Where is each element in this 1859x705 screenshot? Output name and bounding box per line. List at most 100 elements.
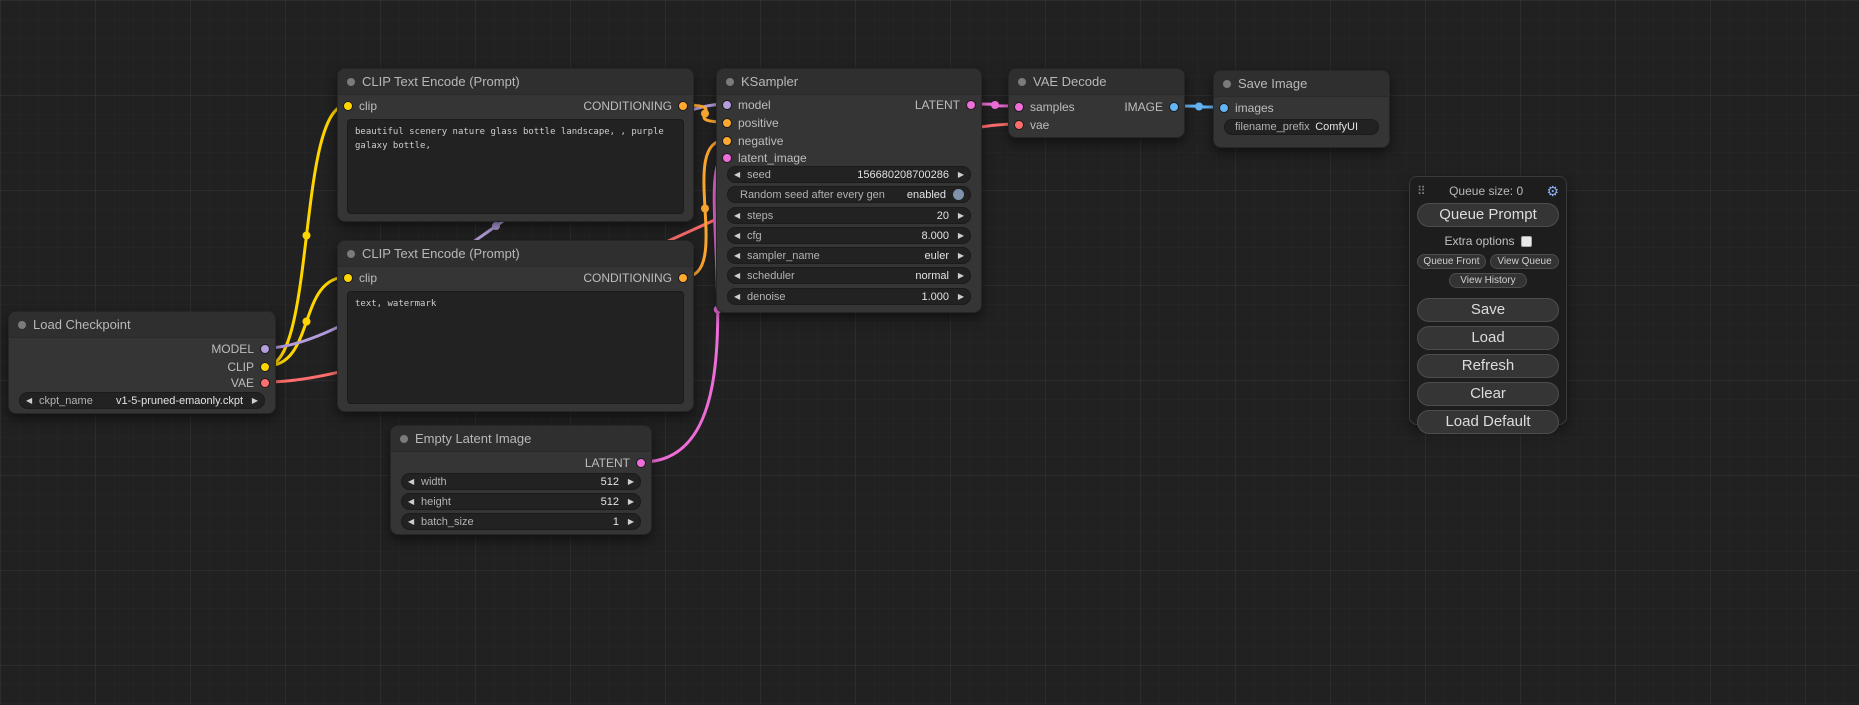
save-button[interactable]: Save <box>1417 298 1559 322</box>
cfg-widget[interactable]: ◀ cfg 8.000 ▶ <box>727 227 971 244</box>
refresh-button[interactable]: Refresh <box>1417 354 1559 378</box>
image-output-dot[interactable] <box>1169 102 1179 112</box>
node-canvas[interactable]: Load Checkpoint MODEL CLIP VAE ◀ ckpt_na… <box>0 0 1859 705</box>
load-button[interactable]: Load <box>1417 326 1559 350</box>
node-title-bar[interactable]: VAE Decode <box>1009 69 1184 95</box>
port-label: vae <box>1030 118 1049 132</box>
conditioning-output-dot[interactable] <box>678 101 688 111</box>
collapse-dot-icon[interactable] <box>726 78 734 86</box>
port-label: VAE <box>231 376 254 390</box>
extra-options-checkbox[interactable] <box>1521 236 1532 247</box>
clear-button[interactable]: Clear <box>1417 382 1559 406</box>
widget-value: 1 <box>613 516 619 528</box>
port-label: negative <box>738 134 783 148</box>
random-seed-toggle[interactable] <box>953 189 964 200</box>
load-default-button[interactable]: Load Default <box>1417 410 1559 434</box>
arrow-left-icon[interactable]: ◀ <box>408 477 418 486</box>
node-load-checkpoint[interactable]: Load Checkpoint MODEL CLIP VAE ◀ ckpt_na… <box>8 311 276 414</box>
conditioning-output-dot[interactable] <box>678 273 688 283</box>
scheduler-widget[interactable]: ◀ scheduler normal ▶ <box>727 267 971 284</box>
arrow-left-icon[interactable]: ◀ <box>734 271 744 280</box>
model-output-dot[interactable] <box>260 344 270 354</box>
clip-output-dot[interactable] <box>260 362 270 372</box>
node-title-bar[interactable]: KSampler <box>717 69 981 95</box>
arrow-left-icon[interactable]: ◀ <box>734 211 744 220</box>
view-queue-button[interactable]: View Queue <box>1490 254 1559 269</box>
port-label: IMAGE <box>1124 100 1163 114</box>
settings-gear-icon[interactable]: ⚙ <box>1546 184 1559 198</box>
vae-output-dot[interactable] <box>260 378 270 388</box>
arrow-left-icon[interactable]: ◀ <box>408 517 418 526</box>
node-title-bar[interactable]: Load Checkpoint <box>9 312 275 338</box>
arrow-right-icon[interactable]: ▶ <box>624 497 634 506</box>
node-vae-decode[interactable]: VAE Decode samples vae IMAGE <box>1008 68 1185 138</box>
random-seed-widget[interactable]: Random seed after every gen enabled <box>727 186 971 203</box>
collapse-dot-icon[interactable] <box>1223 80 1231 88</box>
collapse-dot-icon[interactable] <box>1018 78 1026 86</box>
widget-value: 512 <box>601 496 619 508</box>
filename-prefix-widget[interactable]: filename_prefix ComfyUI <box>1224 119 1379 135</box>
arrow-left-icon[interactable]: ◀ <box>734 231 744 240</box>
drag-handle-icon[interactable]: ⠿ <box>1417 184 1426 198</box>
node-ksampler[interactable]: KSampler model positive negative latent_… <box>716 68 982 313</box>
sampler-name-widget[interactable]: ◀ sampler_name euler ▶ <box>727 247 971 264</box>
arrow-right-icon[interactable]: ▶ <box>624 477 634 486</box>
model-input-dot[interactable] <box>722 100 732 110</box>
images-input-dot[interactable] <box>1219 103 1229 113</box>
node-clip-text-encode-negative[interactable]: CLIP Text Encode (Prompt) clip CONDITION… <box>337 240 694 412</box>
negative-prompt-textarea[interactable]: text, watermark <box>347 291 684 404</box>
clip-input-dot[interactable] <box>343 273 353 283</box>
port-label: LATENT <box>585 456 630 470</box>
positive-input-dot[interactable] <box>722 118 732 128</box>
view-history-button[interactable]: View History <box>1449 273 1526 288</box>
collapse-dot-icon[interactable] <box>400 435 408 443</box>
input-port-images: images <box>1219 101 1274 115</box>
clip-input-dot[interactable] <box>343 101 353 111</box>
denoise-widget[interactable]: ◀ denoise 1.000 ▶ <box>727 288 971 305</box>
node-save-image[interactable]: Save Image images filename_prefix ComfyU… <box>1213 70 1390 148</box>
arrow-right-icon[interactable]: ▶ <box>954 211 964 220</box>
node-title-bar[interactable]: CLIP Text Encode (Prompt) <box>338 241 693 267</box>
collapse-dot-icon[interactable] <box>347 250 355 258</box>
seed-widget[interactable]: ◀ seed 156680208700286 ▶ <box>727 166 971 183</box>
collapse-dot-icon[interactable] <box>347 78 355 86</box>
latent-output-dot[interactable] <box>966 100 976 110</box>
positive-prompt-textarea[interactable]: beautiful scenery nature glass bottle la… <box>347 119 684 214</box>
width-widget[interactable]: ◀ width 512 ▶ <box>401 473 641 490</box>
queue-front-button[interactable]: Queue Front <box>1417 254 1486 269</box>
batch-size-widget[interactable]: ◀ batch_size 1 ▶ <box>401 513 641 530</box>
node-title-bar[interactable]: Save Image <box>1214 71 1389 97</box>
ckpt-name-widget[interactable]: ◀ ckpt_name v1-5-pruned-emaonly.ckpt ▶ <box>19 392 265 409</box>
arrow-right-icon[interactable]: ▶ <box>954 170 964 179</box>
latent-image-input-dot[interactable] <box>722 153 732 163</box>
arrow-right-icon[interactable]: ▶ <box>624 517 634 526</box>
port-label: samples <box>1030 100 1075 114</box>
arrow-right-icon[interactable]: ▶ <box>954 292 964 301</box>
queue-size-label: Queue size: 0 <box>1449 184 1523 198</box>
vae-input-dot[interactable] <box>1014 120 1024 130</box>
arrow-left-icon[interactable]: ◀ <box>408 497 418 506</box>
node-clip-text-encode-positive[interactable]: CLIP Text Encode (Prompt) clip CONDITION… <box>337 68 694 222</box>
arrow-left-icon[interactable]: ◀ <box>734 251 744 260</box>
widget-value: 156680208700286 <box>857 169 949 181</box>
height-widget[interactable]: ◀ height 512 ▶ <box>401 493 641 510</box>
widget-label: denoise <box>747 291 786 303</box>
arrow-left-icon[interactable]: ◀ <box>734 292 744 301</box>
arrow-left-icon[interactable]: ◀ <box>734 170 744 179</box>
arrow-right-icon[interactable]: ▶ <box>954 271 964 280</box>
arrow-right-icon[interactable]: ▶ <box>248 396 258 405</box>
output-port-conditioning: CONDITIONING <box>583 271 688 285</box>
collapse-dot-icon[interactable] <box>18 321 26 329</box>
node-title-bar[interactable]: CLIP Text Encode (Prompt) <box>338 69 693 95</box>
node-title-bar[interactable]: Empty Latent Image <box>391 426 651 452</box>
latent-output-dot[interactable] <box>636 458 646 468</box>
node-title: CLIP Text Encode (Prompt) <box>362 246 520 261</box>
queue-prompt-button[interactable]: Queue Prompt <box>1417 203 1559 227</box>
samples-input-dot[interactable] <box>1014 102 1024 112</box>
node-empty-latent-image[interactable]: Empty Latent Image LATENT ◀ width 512 ▶ … <box>390 425 652 535</box>
steps-widget[interactable]: ◀ steps 20 ▶ <box>727 207 971 224</box>
arrow-right-icon[interactable]: ▶ <box>954 231 964 240</box>
negative-input-dot[interactable] <box>722 136 732 146</box>
arrow-right-icon[interactable]: ▶ <box>954 251 964 260</box>
arrow-left-icon[interactable]: ◀ <box>26 396 36 405</box>
